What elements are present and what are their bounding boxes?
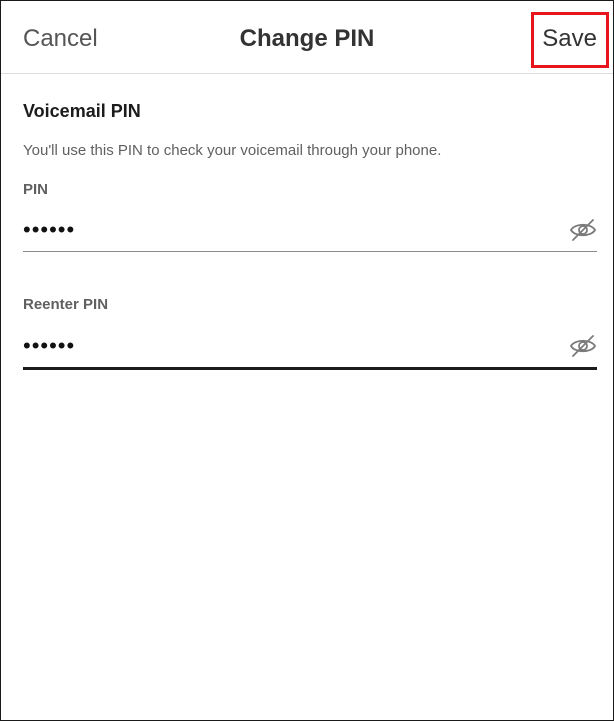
- reenter-pin-input[interactable]: ••••••: [23, 325, 569, 367]
- eye-slash-icon[interactable]: [569, 332, 597, 360]
- pin-underline: [23, 251, 597, 252]
- save-highlight-box: [531, 12, 609, 68]
- form-content: Voicemail PIN You'll use this PIN to che…: [1, 101, 613, 370]
- eye-slash-icon[interactable]: [569, 216, 597, 244]
- section-heading: Voicemail PIN: [23, 101, 141, 121]
- pin-input-row: ••••••: [23, 209, 597, 251]
- section-description: You'll use this PIN to check your voicem…: [23, 142, 442, 159]
- reenter-pin-field: Reenter PIN ••••••: [23, 296, 597, 370]
- app-window: Cancel Change PIN Save Voicemail PIN You…: [0, 0, 614, 721]
- pin-input[interactable]: ••••••: [23, 209, 569, 251]
- navigation-bar: Cancel Change PIN Save: [1, 1, 613, 74]
- reenter-pin-label: Reenter PIN: [23, 296, 109, 313]
- reenter-pin-input-row: ••••••: [23, 325, 597, 367]
- reenter-pin-underline: [23, 367, 597, 370]
- pin-label: PIN: [23, 181, 49, 198]
- pin-field: PIN ••••••: [23, 181, 597, 252]
- page-title: Change PIN: [239, 25, 375, 52]
